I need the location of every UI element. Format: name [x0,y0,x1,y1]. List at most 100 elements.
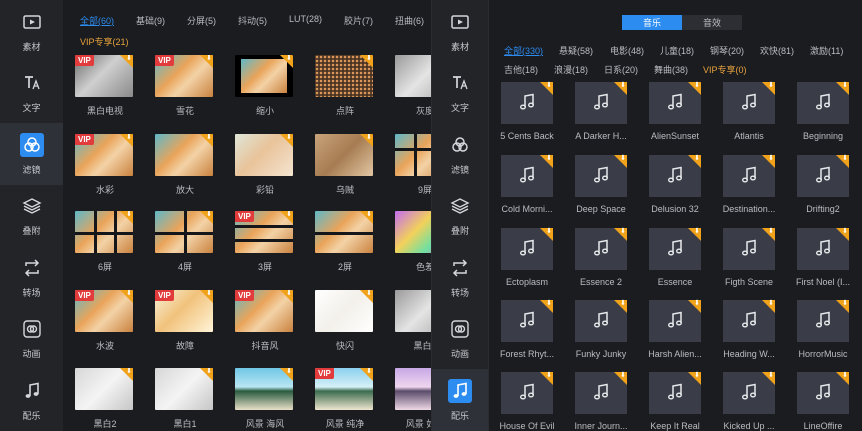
left-sidebar-item-5[interactable]: 动画 [0,308,63,370]
sound-effect-segment-button[interactable]: 音效 [682,15,742,30]
music-track-card[interactable]: ⬇ Funky Junky [566,300,636,359]
music-track-card[interactable]: ⬇ Drifting2 [788,155,858,214]
music-track-card[interactable]: ⬇ Keep It Real [640,372,710,431]
left-sidebar-item-1[interactable]: 文字 [0,62,63,124]
right-sidebar-item-1[interactable]: 文字 [432,62,488,124]
music-note-icon [591,382,611,404]
filter-card[interactable]: ⬇ 黑白3 [395,290,431,352]
filter-card[interactable]: VIP ⬇ 抖音风 [235,290,295,352]
music-track-card[interactable]: ⬇ Heading W... [714,300,784,359]
music-tab-row2-1[interactable]: 浪漫(18) [554,63,588,76]
filter-tab-0[interactable]: 全部(60) [80,14,114,27]
music-track-card[interactable]: ⬇ Delusion 32 [640,155,710,214]
filter-tab-4[interactable]: LUT(28) [289,14,322,27]
music-tab-3[interactable]: 儿童(18) [660,44,694,57]
filter-card[interactable]: ⬇ 2屏 [315,211,375,273]
filter-card[interactable]: VIP ⬇ 故障 [155,290,215,352]
filter-card[interactable]: ⬇ 9屏 [395,134,431,196]
filter-card[interactable]: VIP ⬇ 水彩 [75,134,135,196]
filter-tab-6[interactable]: 扭曲(6) [395,14,424,27]
filter-card[interactable]: ⬇ 风景 海风 [235,368,295,430]
music-track-label: First Noel (I... [795,277,850,287]
music-track-thumbnail: ⬇ [501,228,553,270]
music-track-card[interactable]: ⬇ Inner Journ... [566,372,636,431]
music-tab-4[interactable]: 钢琴(20) [710,44,744,57]
download-arrow-icon: ⬇ [768,155,774,162]
filter-card[interactable]: ⬇ 6屏 [75,211,135,273]
left-sidebar-item-2[interactable]: 滤镜 [0,123,63,185]
layers-icon [20,194,44,218]
left-sidebar-item-6[interactable]: 配乐 [0,369,63,431]
filter-card[interactable]: ⬇ 风景 如梦 [395,368,431,430]
right-sidebar-item-4[interactable]: 转场 [432,246,488,308]
music-tab-row2-3[interactable]: 舞曲(38) [654,63,688,76]
filter-card[interactable]: ⬇ 缩小 [235,55,295,117]
music-tab-5[interactable]: 欢快(81) [760,44,794,57]
music-track-thumbnail: ⬇ [501,82,553,124]
right-sidebar-item-6[interactable]: 配乐 [432,369,488,431]
left-sidebar-item-3[interactable]: 叠附 [0,185,63,247]
filter-tab-3[interactable]: 抖动(5) [238,14,267,27]
music-track-card[interactable]: ⬇ Deep Space [566,155,636,214]
music-track-card[interactable]: ⬇ First Noel (I... [788,228,858,287]
right-sidebar-item-0[interactable]: 素材 [432,0,488,62]
filter-card[interactable]: ⬇ 彩铅 [235,134,295,196]
right-sidebar-item-2[interactable]: 滤镜 [432,123,488,185]
music-track-card[interactable]: ⬇ Destination... [714,155,784,214]
music-track-card[interactable]: ⬇ Harsh Alien... [640,300,710,359]
music-tab-2[interactable]: 电影(48) [610,44,644,57]
left-sidebar-item-0[interactable]: 素材 [0,0,63,62]
music-tab-1[interactable]: 悬疑(58) [559,44,593,57]
filter-tab-2[interactable]: 分屏(5) [187,14,216,27]
filter-card[interactable]: ⬇ 点阵 [315,55,375,117]
music-track-thumbnail: ⬇ [501,155,553,197]
music-note-icon [517,238,537,260]
music-track-card[interactable]: ⬇ Cold Morni... [492,155,562,214]
music-track-card[interactable]: ⬇ Forest Rhyt... [492,300,562,359]
music-track-card[interactable]: ⬇ A Darker H... [566,82,636,141]
right-sidebar-item-3[interactable]: 叠附 [432,185,488,247]
music-tab-row2-0[interactable]: 吉他(18) [504,63,538,76]
filter-card[interactable]: VIP ⬇ 雪花 [155,55,215,117]
filter-card[interactable]: ⬇ 快闪 [315,290,375,352]
filter-tab-1[interactable]: 基础(9) [136,14,165,27]
filter-card[interactable]: ⬇ 放大 [155,134,215,196]
filter-card[interactable]: VIP ⬇ 风景 纯净 [315,368,375,430]
filter-card[interactable]: ⬇ 黑白1 [155,368,215,430]
download-arrow-icon: ⬇ [286,211,292,218]
right-sidebar-item-5[interactable]: 动画 [432,308,488,370]
music-track-card[interactable]: ⬇ House Of Evil [492,372,562,431]
music-track-label: House Of Evil [499,421,555,431]
music-track-card[interactable]: ⬇ Ectoplasm [492,228,562,287]
filter-card-label: 水彩 [95,185,114,195]
music-track-card[interactable]: ⬇ Kicked Up ... [714,372,784,431]
filter-card[interactable]: VIP ⬇ 3屏 [235,211,295,273]
filter-card[interactable]: ⬇ 4屏 [155,211,215,273]
music-tab-0[interactable]: 全部(330) [504,44,543,57]
music-track-card[interactable]: ⬇ Essence [640,228,710,287]
filter-card-label: 黑白1 [173,419,197,429]
filter-tab-5[interactable]: 胶片(7) [344,14,373,27]
music-segment-button[interactable]: 音乐 [622,15,682,30]
left-sidebar-item-4[interactable]: 转场 [0,246,63,308]
music-track-card[interactable]: ⬇ HorrorMusic [788,300,858,359]
filter-card[interactable]: VIP ⬇ 黑白电视 [75,55,135,117]
music-tab-6[interactable]: 激励(11) [810,44,843,57]
music-track-card[interactable]: ⬇ LineOffire [788,372,858,431]
download-arrow-icon: ⬇ [286,134,292,141]
filter-card[interactable]: ⬇ 黑白2 [75,368,135,430]
music-tab-row2-2[interactable]: 日系(20) [604,63,638,76]
filter-card[interactable]: ⬇ 乌贼 [315,134,375,196]
filter-card[interactable]: ⬇ 色差 [395,211,431,273]
music-track-card[interactable]: ⬇ Figth Scene [714,228,784,287]
music-track-card[interactable]: ⬇ Beginning [788,82,858,141]
music-track-card[interactable]: ⬇ AlienSunset [640,82,710,141]
filter-card[interactable]: VIP ⬇ 水波 [75,290,135,352]
filter-vip-tab[interactable]: VIP专享(21) [80,35,129,48]
music-track-card[interactable]: ⬇ 5 Cents Back [492,82,562,141]
music-tab-row2-4[interactable]: VIP专享(0) [703,63,747,76]
music-track-card[interactable]: ⬇ Atlantis [714,82,784,141]
filter-card[interactable]: ⬇ 灰度 [395,55,431,117]
music-track-card[interactable]: ⬇ Essence 2 [566,228,636,287]
filter-thumbnail: VIP ⬇ [75,134,133,176]
